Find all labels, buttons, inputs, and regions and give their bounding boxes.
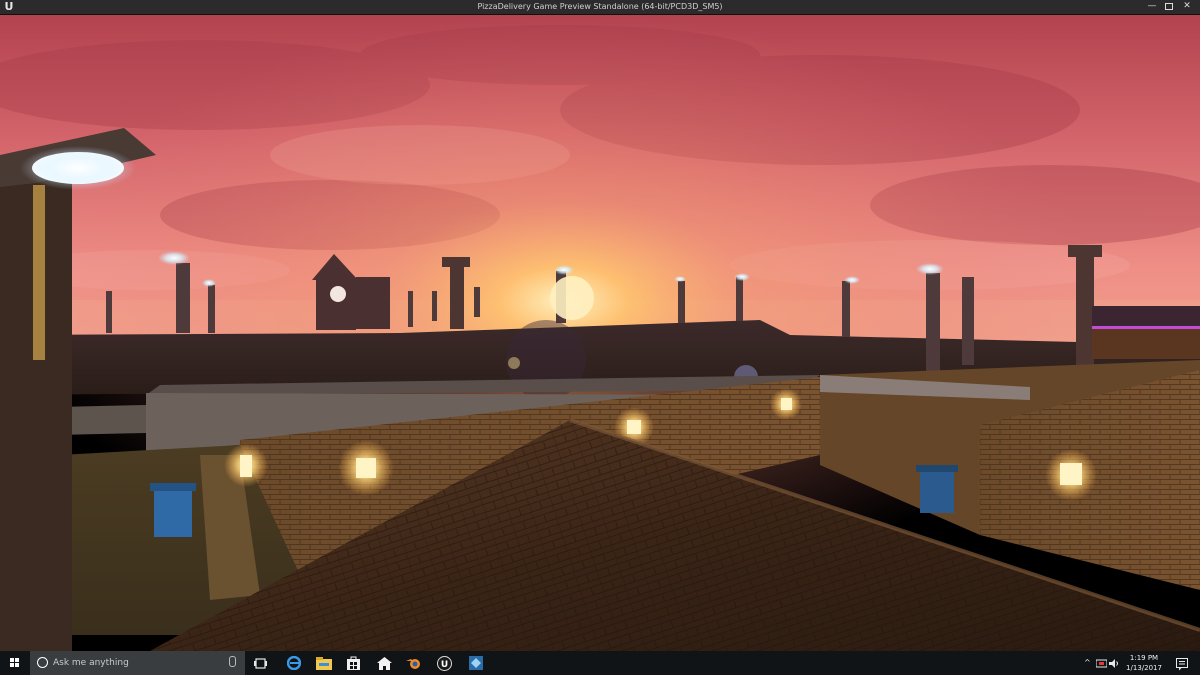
maximize-button[interactable]	[1162, 0, 1176, 14]
edge-button[interactable]	[282, 651, 306, 675]
maximize-icon	[1165, 3, 1173, 10]
game-scene	[0, 15, 1200, 651]
blender-button[interactable]	[402, 651, 426, 675]
app-icon	[469, 656, 483, 670]
system-clock[interactable]: 1:19 PM 1/13/2017	[1118, 653, 1170, 673]
app-button[interactable]	[464, 651, 488, 675]
minimize-button[interactable]: —	[1145, 0, 1159, 14]
game-viewport[interactable]	[0, 15, 1200, 651]
network-icon	[1095, 659, 1107, 667]
close-button[interactable]: ✕	[1180, 0, 1194, 14]
cortana-icon	[37, 657, 48, 668]
home-icon	[376, 656, 392, 670]
unreal-engine-icon: U	[436, 655, 452, 671]
tray-overflow-button[interactable]: ^	[1084, 651, 1091, 675]
cortana-search-box[interactable]: Ask me anything	[30, 651, 245, 675]
blender-icon	[406, 659, 420, 669]
store-button[interactable]	[341, 651, 365, 675]
clock-time: 1:19 PM	[1129, 654, 1159, 662]
file-explorer-button[interactable]	[312, 651, 336, 675]
windows-taskbar: Ask me anything U ^ 1:19 PM 1/13/2017	[0, 651, 1200, 675]
windows-logo-icon	[10, 658, 20, 668]
window-title-bar: U PizzaDelivery Game Preview Standalone …	[0, 0, 1200, 15]
network-button[interactable]	[1094, 651, 1108, 675]
svg-text:U: U	[440, 660, 447, 670]
unreal-logo-icon: U	[4, 0, 14, 13]
unreal-engine-button[interactable]: U	[432, 651, 456, 675]
file-explorer-icon	[316, 656, 332, 670]
start-button[interactable]	[0, 651, 30, 675]
edge-icon	[287, 656, 301, 670]
notification-icon	[1176, 658, 1188, 671]
microphone-icon[interactable]	[229, 656, 236, 667]
action-center-button[interactable]	[1176, 656, 1188, 671]
task-view-button[interactable]	[248, 651, 272, 675]
clock-date: 1/13/2017	[1126, 664, 1162, 672]
search-placeholder: Ask me anything	[53, 658, 129, 668]
home-button[interactable]	[372, 651, 396, 675]
store-icon	[346, 656, 360, 670]
task-view-icon	[253, 657, 267, 669]
window-title: PizzaDelivery Game Preview Standalone (6…	[477, 2, 723, 11]
